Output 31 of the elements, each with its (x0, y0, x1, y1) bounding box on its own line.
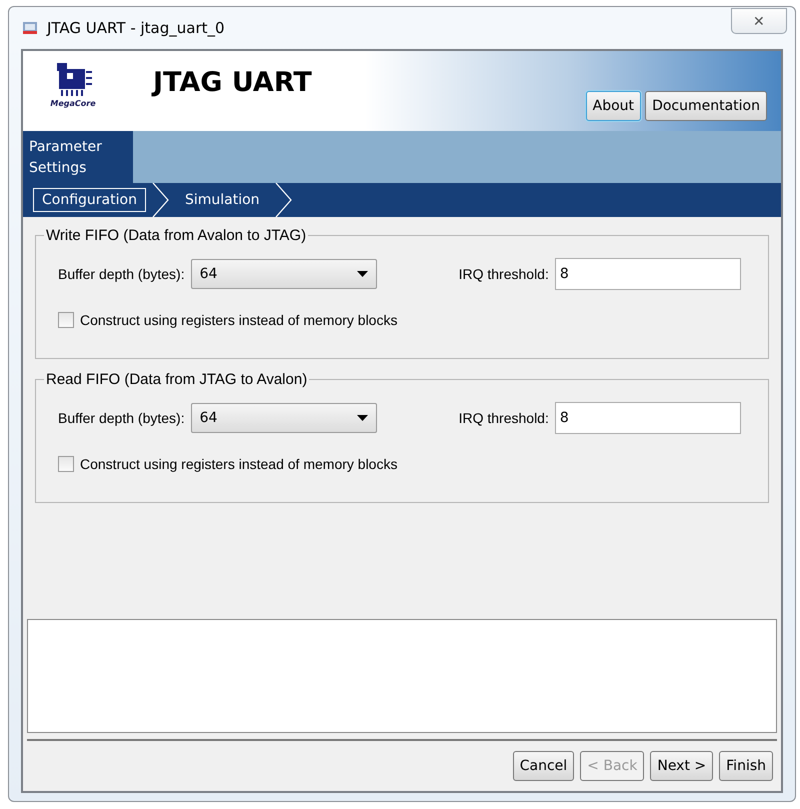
checkbox[interactable] (58, 312, 74, 328)
field-label: IRQ threshold: (458, 266, 549, 282)
checkbox[interactable] (58, 456, 74, 472)
checkbox-label: Construct using registers instead of memory blocks (80, 456, 398, 472)
field-label: IRQ threshold: (458, 410, 549, 426)
chevron-icon (274, 183, 293, 217)
chevron-icon (152, 183, 170, 217)
group-title: Write FIFO (Data from Avalon to JTAG) (45, 227, 308, 244)
wizard-button[interactable]: Cancel (512, 751, 574, 781)
window-icon (23, 22, 37, 34)
field-label: Buffer depth (bytes): (58, 266, 185, 282)
group-title: Read FIFO (Data from JTAG to Avalon) (45, 371, 308, 388)
wizard-button[interactable]: Next > (650, 751, 714, 781)
close-button[interactable]: ✕ (731, 8, 787, 34)
caret-icon (356, 271, 368, 277)
buffer-depth-dropdown[interactable]: 64 (190, 403, 377, 433)
header-button[interactable]: About (586, 91, 642, 121)
step-tab[interactable]: Configuration (33, 188, 146, 212)
tab[interactable]: Parameter Settings (23, 131, 133, 183)
wizard-button[interactable]: Finish (719, 751, 773, 781)
page-title: JTAG UART (153, 67, 313, 100)
step-tab[interactable]: Simulation (176, 188, 269, 212)
window-title: JTAG UART - jtag_uart_0 (47, 19, 226, 37)
logo-text: MegaCore (50, 99, 96, 108)
checkbox-label: Construct using registers instead of memory blocks (80, 312, 398, 328)
irq-threshold-field[interactable]: 8 (554, 402, 741, 434)
caret-icon (356, 415, 368, 421)
buffer-depth-dropdown[interactable]: 64 (190, 259, 377, 289)
irq-threshold-field[interactable]: 8 (554, 258, 741, 290)
header-button[interactable]: Documentation (645, 91, 767, 121)
field-label: Buffer depth (bytes): (58, 410, 185, 426)
